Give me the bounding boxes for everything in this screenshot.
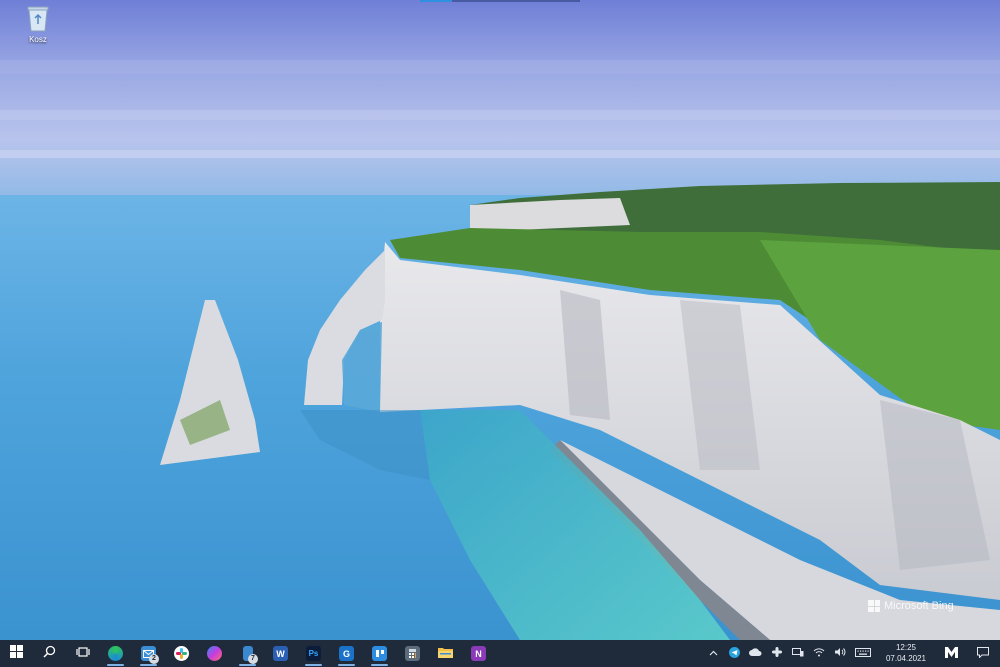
task-view-icon: [75, 645, 90, 663]
microsoft-logo-icon: [868, 600, 880, 612]
onenote-button[interactable]: N: [462, 640, 495, 667]
phone-badge: 7: [248, 654, 258, 664]
app-logo-icon: [944, 646, 958, 661]
telegram-icon: [729, 646, 740, 661]
task-view-button[interactable]: [66, 640, 99, 667]
cloud-icon: [749, 648, 762, 659]
taskbar: 2 7 W Ps G N 12:25 07.04.2021: [0, 640, 1000, 667]
mail-badge: 2: [149, 654, 159, 664]
wifi-icon: [813, 647, 825, 660]
clock-time: 12:25: [895, 643, 917, 652]
photoshop-button[interactable]: Ps: [297, 640, 330, 667]
chevron-up-icon: [709, 648, 718, 659]
outlook-icon: G: [339, 646, 354, 661]
file-explorer-button[interactable]: [429, 640, 462, 667]
bing-watermark-text: Microsoft Bing: [884, 600, 954, 612]
messenger-button[interactable]: [198, 640, 231, 667]
word-icon: W: [273, 646, 288, 661]
slack-tray-icon: [771, 647, 782, 660]
clock-date: 07.04.2021: [885, 654, 927, 663]
wallpaper-image: [0, 0, 1000, 640]
notification-icon: [977, 646, 989, 661]
onenote-icon: N: [471, 646, 486, 661]
recycle-bin-label: Kosz: [29, 35, 47, 44]
volume-tray-button[interactable]: [829, 640, 850, 667]
slack-tray-button[interactable]: [766, 640, 787, 667]
word-button[interactable]: W: [264, 640, 297, 667]
photoshop-icon: Ps: [306, 646, 321, 661]
meet-now-button[interactable]: [936, 640, 966, 667]
clock[interactable]: 12:25 07.04.2021: [876, 640, 936, 667]
search-icon: [43, 645, 56, 663]
messenger-icon: [207, 646, 222, 661]
edge-icon: [108, 646, 123, 661]
slack-button[interactable]: [165, 640, 198, 667]
speaker-icon: [834, 647, 846, 660]
keyboard-tray-button[interactable]: [850, 640, 876, 667]
phone-link-tray-button[interactable]: [787, 640, 808, 667]
network-tray-button[interactable]: [808, 640, 829, 667]
desktop-wallpaper: [0, 0, 1000, 640]
notifications-button[interactable]: [966, 640, 1000, 667]
start-button[interactable]: [0, 640, 33, 667]
top-indicator-bar: [420, 0, 580, 2]
recycle-bin-icon: [25, 4, 51, 32]
calculator-icon: [405, 646, 420, 661]
search-button[interactable]: [33, 640, 66, 667]
keyboard-icon: [855, 647, 871, 660]
show-hidden-icons-button[interactable]: [703, 640, 724, 667]
trello-button[interactable]: [363, 640, 396, 667]
phone-link-icon: [791, 647, 804, 660]
bing-watermark: Microsoft Bing: [868, 598, 954, 614]
calculator-button[interactable]: [396, 640, 429, 667]
telegram-tray-button[interactable]: [724, 640, 745, 667]
folder-icon: [438, 645, 453, 663]
slack-icon: [174, 646, 189, 661]
edge-button[interactable]: [99, 640, 132, 667]
phone-button[interactable]: 7: [231, 640, 264, 667]
trello-icon: [372, 646, 387, 661]
system-tray: 12:25 07.04.2021: [703, 640, 1000, 667]
outlook-button[interactable]: G: [330, 640, 363, 667]
mail-button[interactable]: 2: [132, 640, 165, 667]
recycle-bin-desktop-icon[interactable]: Kosz: [14, 4, 62, 50]
onedrive-tray-button[interactable]: [745, 640, 766, 667]
windows-logo-icon: [10, 644, 23, 663]
